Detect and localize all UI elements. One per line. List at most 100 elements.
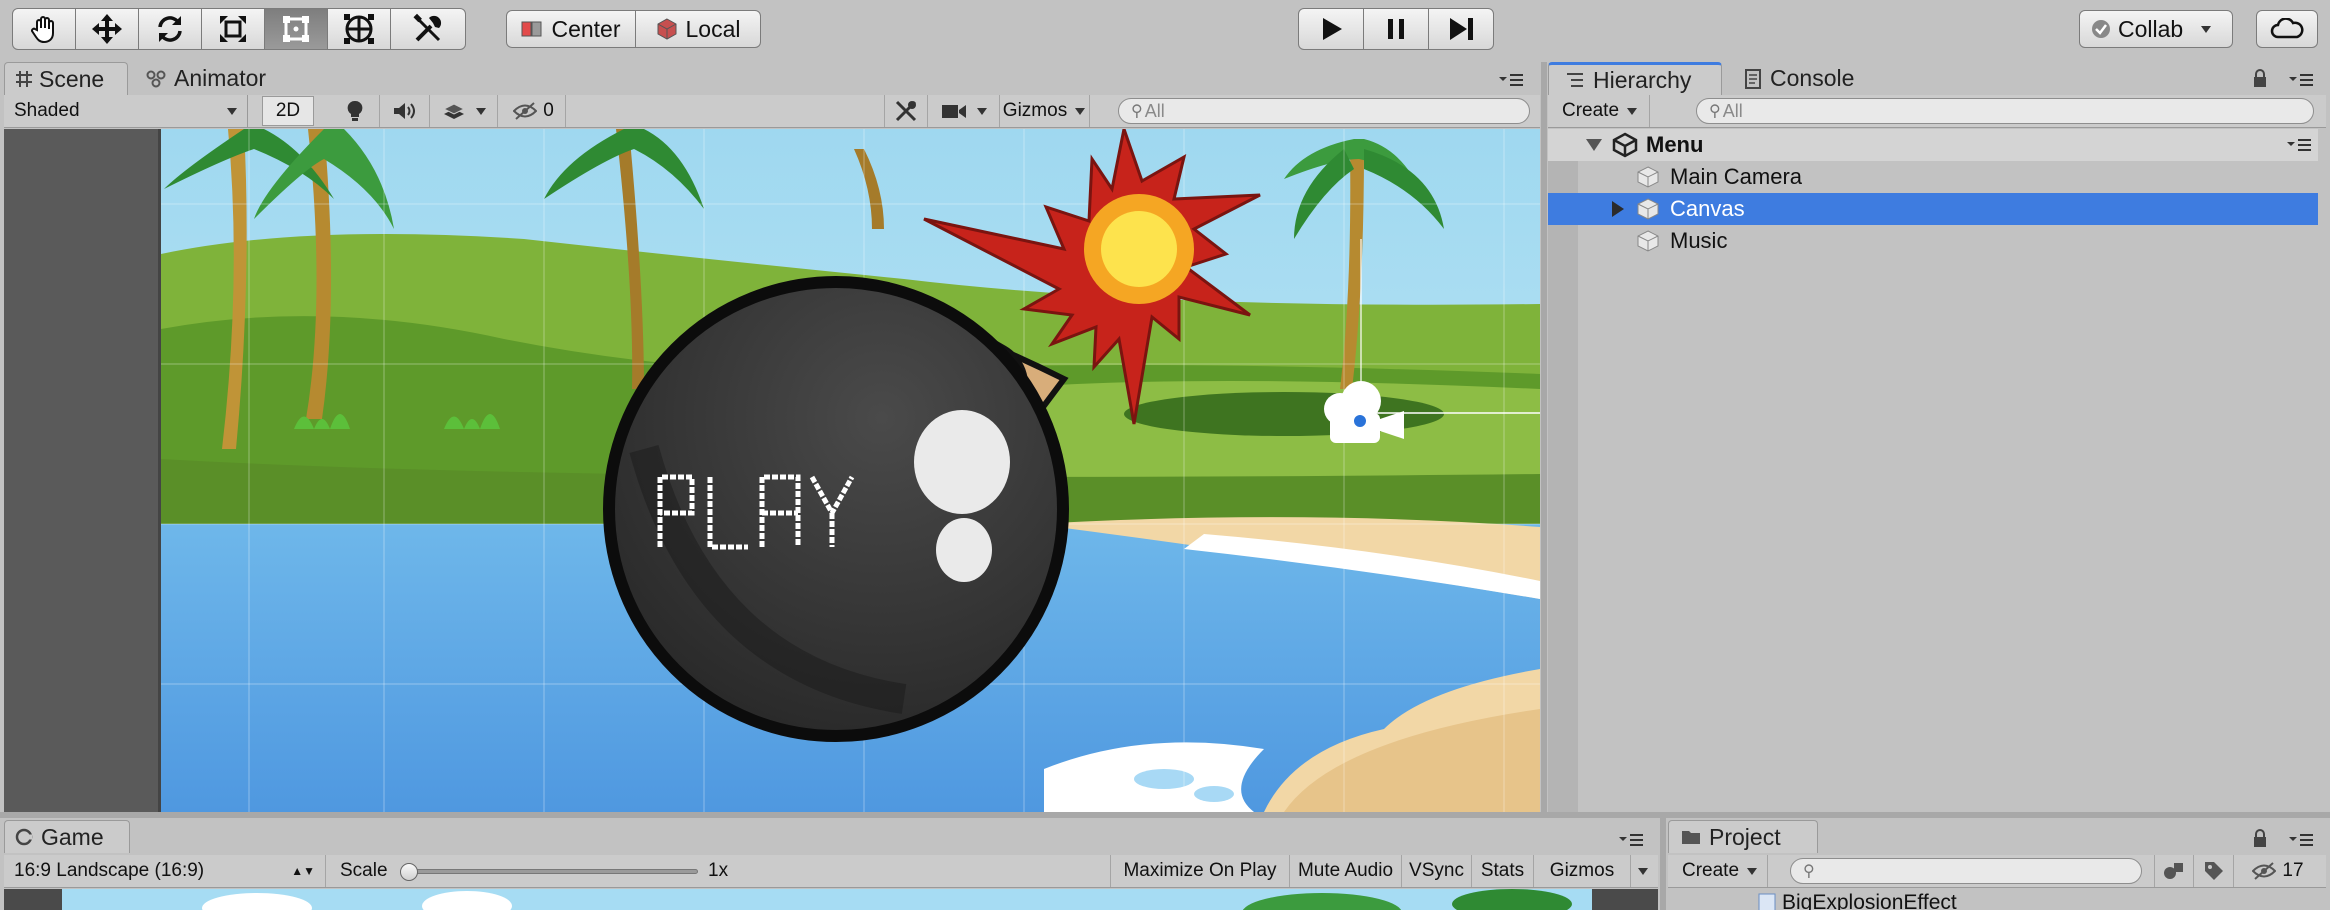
updown-arrows-icon: ▲▼ [291,864,315,878]
tab-scene-label: Scene [39,65,105,92]
project-create-label: Create [1682,860,1740,881]
game-panel-menu-icon[interactable] [1618,833,1644,847]
effects-stack-icon [442,103,465,119]
project-search-input[interactable]: ⚲ [1790,858,2142,884]
collab-button[interactable]: Collab [2079,10,2233,48]
horizontal-splitter[interactable] [0,812,2330,818]
scene-tools-button[interactable] [884,95,928,127]
tab-game[interactable]: Game [4,820,130,853]
toggle-2d-button[interactable]: 2D [262,96,314,126]
scene-audio-button[interactable] [380,95,430,127]
gizmos-label: Gizmos [1002,100,1068,121]
bottom-vertical-splitter[interactable] [1660,818,1666,910]
search-by-label-button[interactable] [2194,855,2234,887]
lock-icon[interactable] [2252,68,2268,88]
mute-audio-toggle[interactable]: Mute Audio [1290,855,1402,887]
pivot-local-label: Local [685,15,741,42]
eye-slash-icon [2252,862,2277,880]
tab-scene[interactable]: Scene [4,62,128,95]
search-by-type-button[interactable] [2154,855,2194,887]
hierarchy-create-dropdown[interactable]: Create [1556,95,1650,127]
shading-mode-label: Shaded [14,100,80,121]
collab-label: Collab [2118,15,2184,42]
rect-tool-button[interactable] [264,8,328,50]
scene-panel-menu-icon[interactable] [1498,73,1524,87]
scene-effects-dropdown[interactable] [430,95,498,127]
project-create-dropdown[interactable]: Create [1676,855,1768,887]
project-asset-item[interactable]: BigExplosionEffect [1758,891,1957,910]
aspect-ratio-dropdown[interactable]: 16:9 Landscape (16:9) ▲▼ [4,855,326,887]
search-icon: ⚲ [1709,103,1721,120]
game-gizmos-button[interactable]: Gizmos [1534,855,1630,887]
pause-button[interactable] [1363,8,1429,50]
combined-transform-icon [344,14,374,44]
play-icon [1323,18,1342,40]
project-toolbar: Create ⚲ 17 [1668,855,2326,888]
scene-search-input[interactable]: ⚲ All [1118,98,1530,124]
game-gizmos-label: Gizmos [1549,860,1615,881]
step-button[interactable] [1428,8,1494,50]
toggle-2d-label: 2D [275,100,301,121]
hierarchy-item-label: Music [1670,228,1728,253]
vsync-toggle[interactable]: VSync [1402,855,1472,887]
hierarchy-search-input[interactable]: ⚲ All [1696,98,2314,124]
custom-tool-button[interactable] [390,8,466,50]
expand-arrow-icon[interactable] [1612,201,1624,217]
tab-project-label: Project [1709,823,1781,850]
hierarchy-item-music[interactable]: Music [1548,225,2318,257]
tab-console[interactable]: Console [1744,62,1904,95]
scale-slider[interactable] [400,863,700,881]
stats-toggle[interactable]: Stats [1472,855,1534,887]
rotate-tool-button[interactable] [138,8,202,50]
tab-project[interactable]: Project [1668,820,1818,853]
move-tool-button[interactable] [75,8,139,50]
list-icon [1567,73,1583,87]
pause-icon [1388,19,1404,39]
chevron-down-icon [1747,867,1758,875]
shading-mode-dropdown[interactable]: Shaded [4,95,248,127]
transform-tool-button[interactable] [327,8,391,50]
scale-tool-button[interactable] [201,8,265,50]
hierarchy-item-canvas[interactable]: Canvas [1548,193,2318,225]
gizmos-button[interactable]: Gizmos [1000,95,1070,127]
game-gizmos-dropdown[interactable] [1630,855,1654,887]
pivot-icon [521,21,542,37]
scene-view[interactable] [4,129,1540,812]
play-button[interactable] [1298,8,1364,50]
pivot-local-button[interactable]: Local [635,10,761,48]
tag-icon [2204,862,2223,880]
hidden-packages-toggle[interactable]: 17 [2234,855,2322,887]
hierarchy-scene-row[interactable]: Menu [1548,129,2318,161]
project-panel-menu-icon[interactable] [2288,833,2314,847]
project-lock-icon[interactable] [2252,828,2268,848]
chevron-down-icon [475,107,486,115]
hidden-objects-toggle[interactable]: 0 [502,95,566,127]
scene-row-menu-icon[interactable] [2286,138,2312,152]
gameobject-cube-icon [1637,198,1659,220]
tab-hierarchy[interactable]: Hierarchy [1548,62,1722,95]
hand-tool-button[interactable] [12,8,76,50]
maximize-on-play-toggle[interactable]: Maximize On Play [1110,855,1290,887]
hierarchy-item-main-camera[interactable]: Main Camera [1548,161,2318,193]
tab-hierarchy-label: Hierarchy [1593,66,1692,93]
aspect-ratio-label: 16:9 Landscape (16:9) [14,860,205,881]
game-view[interactable] [4,889,1658,910]
hierarchy-panel-menu-icon[interactable] [2288,73,2314,87]
scale-slider-thumb[interactable] [400,863,418,881]
hierarchy-scene-name: Menu [1646,132,1704,157]
cloud-button[interactable] [2256,10,2318,48]
crossed-tools-icon [895,100,917,122]
maximize-on-play-label: Maximize On Play [1123,860,1277,881]
pivot-center-button[interactable]: Center [506,10,636,48]
scene-lighting-button[interactable] [330,95,380,127]
tab-animator[interactable]: Animator [146,62,296,95]
gizmos-dropdown[interactable] [1070,95,1090,127]
stats-label: Stats [1480,860,1525,881]
scene-search-placeholder: All [1144,100,1165,121]
pivot-center-label: Center [551,15,621,42]
expand-arrow-icon[interactable] [1586,139,1602,151]
hidden-objects-count: 0 [543,100,554,121]
cloud-icon [2270,18,2304,39]
vertical-splitter[interactable] [1541,62,1547,814]
scene-camera-dropdown[interactable] [928,95,1000,127]
